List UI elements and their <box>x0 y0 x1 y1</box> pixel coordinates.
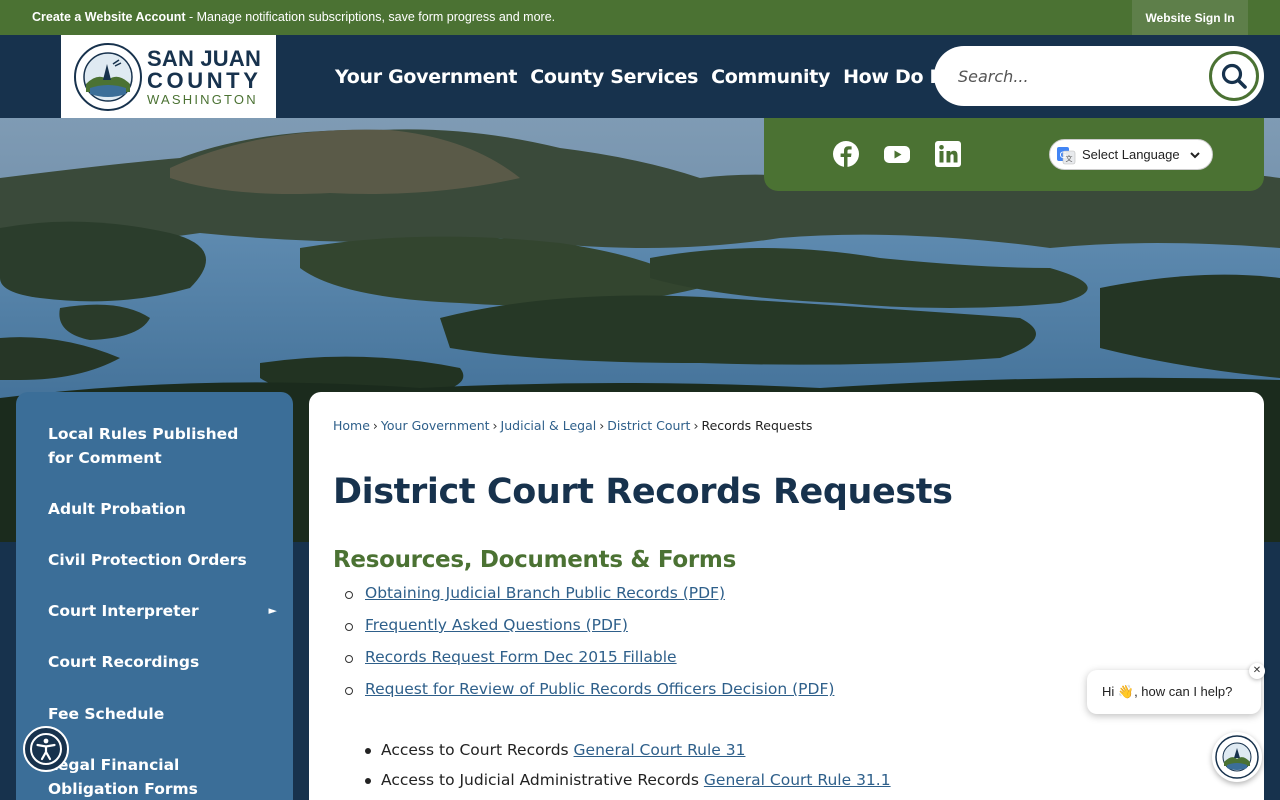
sidebar-item-label: Fee Schedule <box>48 705 165 723</box>
court-rules-list: Access to Court Records General Court Ru… <box>365 741 891 800</box>
chat-close-button[interactable]: ✕ <box>1249 663 1265 679</box>
sidebar-item-court-recordings[interactable]: Court Recordings <box>16 650 293 674</box>
breadcrumb-separator: › <box>599 418 605 433</box>
list-item: Access to Judicial Administrative Record… <box>365 771 891 800</box>
svg-text:文: 文 <box>1066 154 1073 163</box>
breadcrumb-separator: › <box>693 418 699 433</box>
breadcrumb-current: Records Requests <box>701 418 813 433</box>
create-account-link[interactable]: Create a Website Account <box>32 10 186 24</box>
sidebar-item-label: Adult Probation <box>48 500 186 518</box>
breadcrumb-home[interactable]: Home <box>333 418 370 433</box>
documents-list: Obtaining Judicial Branch Public Records… <box>343 584 834 712</box>
youtube-icon[interactable] <box>883 140 911 168</box>
chat-avatar-icon[interactable] <box>1212 732 1262 782</box>
language-selector[interactable]: G 文 Select Language <box>1049 139 1213 170</box>
account-description: - Manage notification subscriptions, sav… <box>185 10 556 24</box>
sidebar-item-label: Court Recordings <box>48 653 200 671</box>
sidebar-item-adult-probation[interactable]: Adult Probation <box>16 497 293 521</box>
document-link-review-request[interactable]: Request for Review of Public Records Off… <box>365 680 834 698</box>
logo-text-line2: COUNTY <box>147 67 262 93</box>
social-language-panel: G 文 Select Language <box>764 118 1264 191</box>
list-item: Frequently Asked Questions (PDF) <box>343 616 834 648</box>
language-label: Select Language <box>1082 147 1180 162</box>
rule-link-gr31[interactable]: General Court Rule 31 <box>574 741 746 759</box>
linkedin-icon[interactable] <box>934 140 962 168</box>
section-heading: Resources, Documents & Forms <box>333 547 736 573</box>
sidebar-item-label: Civil Protection Orders <box>48 551 247 569</box>
facebook-icon[interactable] <box>832 140 860 168</box>
county-seal-icon <box>74 42 142 111</box>
list-item: Records Request Form Dec 2015 Fillable <box>343 648 834 680</box>
sidebar-item-label: Legal Financial Obligation Forms <box>48 756 198 798</box>
sidebar-item-label: Court Interpreter <box>48 602 199 620</box>
sidebar-item-local-rules[interactable]: Local Rules Published for Comment <box>16 422 293 470</box>
top-utility-bar: Create a Website Account - Manage notifi… <box>0 0 1280 35</box>
google-translate-icon: G 文 <box>1057 146 1076 164</box>
sidebar-item-civil-protection-orders[interactable]: Civil Protection Orders <box>16 548 293 572</box>
page-title: District Court Records Requests <box>333 472 953 512</box>
sidebar-item-fee-schedule[interactable]: Fee Schedule <box>16 702 293 726</box>
accessibility-icon <box>30 733 62 765</box>
logo-text-line1: SAN JUAN <box>147 45 262 71</box>
main-navigation: Your Government County Services Communit… <box>335 35 957 118</box>
rule-text: Access to Judicial Administrative Record… <box>381 771 704 789</box>
breadcrumb-separator: › <box>492 418 498 433</box>
county-logo[interactable]: SAN JUAN COUNTY WASHINGTON <box>61 35 276 118</box>
document-link-faq[interactable]: Frequently Asked Questions (PDF) <box>365 616 628 634</box>
breadcrumb: Home › Your Government › Judicial & Legal › Di… <box>333 418 812 433</box>
search-button[interactable] <box>1209 51 1259 101</box>
breadcrumb-your-government[interactable]: Your Government <box>381 418 490 433</box>
nav-your-government[interactable]: Your Government <box>335 66 518 88</box>
sidebar-item-label: Local Rules Published for Comment <box>48 425 239 467</box>
chat-message: Hi 👋, how can I help? <box>1102 684 1233 699</box>
breadcrumb-separator: › <box>372 418 378 433</box>
submenu-arrow-icon[interactable]: ► <box>269 599 277 623</box>
search-icon <box>1221 63 1247 89</box>
logo-text-line3: WASHINGTON <box>147 91 258 107</box>
website-sign-in-button[interactable]: Website Sign In <box>1132 0 1248 35</box>
document-link-request-form[interactable]: Records Request Form Dec 2015 Fillable <box>365 648 677 666</box>
sidebar-item-court-interpreter[interactable]: Court Interpreter ► <box>16 599 293 623</box>
breadcrumb-district-court[interactable]: District Court <box>607 418 690 433</box>
chevron-down-icon <box>1189 151 1200 158</box>
main-content: Home › Your Government › Judicial & Legal › Di… <box>309 392 1264 800</box>
list-item: Obtaining Judicial Branch Public Records… <box>343 584 834 616</box>
search-box <box>934 46 1264 106</box>
document-link-obtaining-records[interactable]: Obtaining Judicial Branch Public Records… <box>365 584 725 602</box>
list-item: Access to Court Records General Court Ru… <box>365 741 891 771</box>
search-input[interactable] <box>958 46 1198 106</box>
rule-text: Access to Court Records <box>381 741 574 759</box>
nav-county-services[interactable]: County Services <box>530 66 698 88</box>
site-header: SAN JUAN COUNTY WASHINGTON Your Governme… <box>0 35 1280 118</box>
breadcrumb-judicial-legal[interactable]: Judicial & Legal <box>501 418 597 433</box>
account-message[interactable]: Create a Website Account - Manage notifi… <box>32 10 555 24</box>
accessibility-button[interactable] <box>23 726 69 772</box>
rule-link-gr31-1[interactable]: General Court Rule 31.1 <box>704 771 891 789</box>
list-item: Request for Review of Public Records Off… <box>343 680 834 712</box>
chat-greeting-bubble[interactable]: Hi 👋, how can I help? <box>1087 670 1261 714</box>
nav-community[interactable]: Community <box>711 66 830 88</box>
